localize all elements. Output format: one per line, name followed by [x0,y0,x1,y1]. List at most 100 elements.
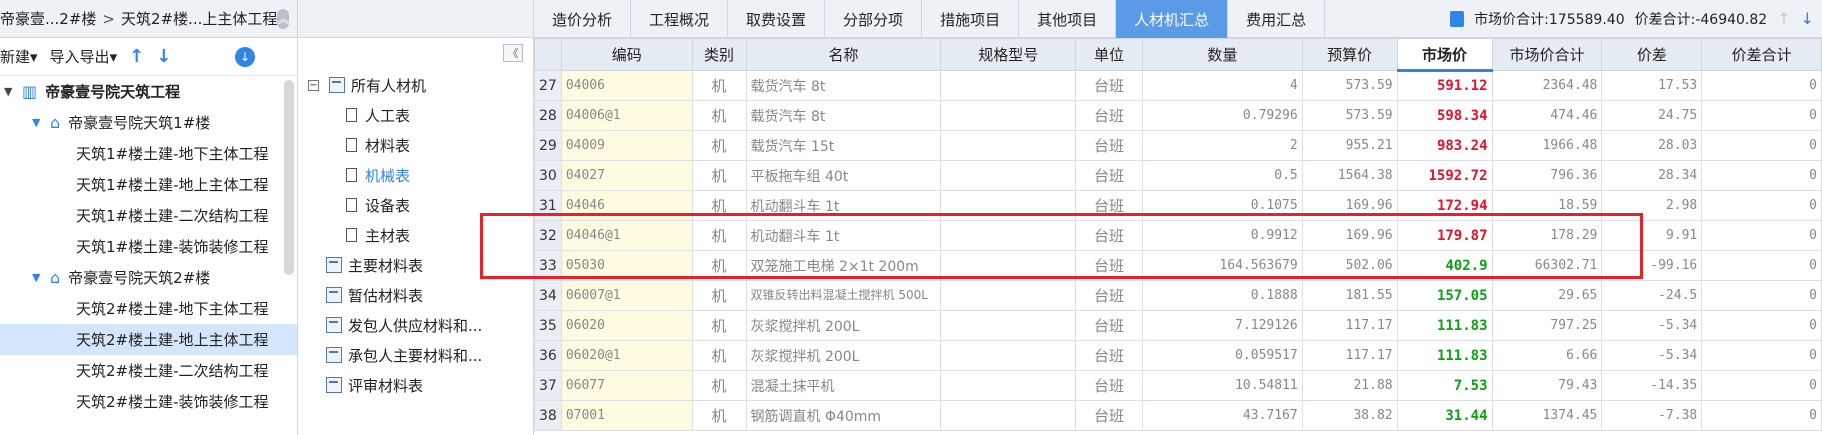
cell-dtotal[interactable]: 0 [1701,100,1822,131]
cell-qty[interactable]: 0.79296 [1141,100,1303,131]
cell-cat[interactable]: 机 [691,400,747,431]
cell-budget[interactable]: 502.06 [1301,250,1398,281]
table-row[interactable]: 37 06077 机混凝土抹平机 台班 10.54811 21.88 7.53 79.43 -1… [534,370,1822,401]
table-row[interactable]: 34 06007@1 机双锥反转出料混凝土搅拌机 500L 台班 0.1888 181.5… [534,280,1822,311]
tree-item-subproject[interactable]: 天筑2#楼土建-地下主体工程 [0,293,297,324]
cell-code[interactable]: 06020 [560,310,693,341]
collapse-left-icon[interactable]: 《 [503,44,523,62]
cell-cat[interactable]: 机 [691,250,747,281]
cell-diff[interactable]: 2.98 [1601,190,1703,221]
tree-item-subproject[interactable]: 天筑1#楼土建-地下主体工程 [0,138,297,169]
cell-cat[interactable]: 机 [691,340,747,371]
cell-spec[interactable] [940,130,1077,161]
cell-code[interactable]: 06077 [560,370,693,401]
cell-name[interactable]: 载货汽车 8t [745,100,942,131]
cell-code[interactable]: 07001 [560,400,693,431]
cell-name[interactable]: 灰浆搅拌机 200L [745,310,942,341]
cell-unit[interactable]: 台班 [1075,370,1143,401]
material-tree-item[interactable]: 发包人供应材料和... [298,310,533,340]
tree-item-subproject[interactable]: 天筑2#楼土建-二次结构工程 [0,355,297,386]
table-row[interactable]: 35 06020 机灰浆搅拌机 200L 台班 7.129126 117.17 111.83… [534,310,1822,341]
cell-spec[interactable] [940,100,1077,131]
breadcrumb-unit[interactable]: 天筑2#楼...上主体工程 [121,8,277,29]
project-tree-scrollbar[interactable] [284,80,294,275]
cell-name[interactable]: 混凝土抹平机 [745,370,942,401]
cell-spec[interactable] [940,370,1077,401]
cell-budget[interactable]: 38.82 [1301,400,1398,431]
cell-spec[interactable] [940,280,1077,311]
table-row[interactable]: 27 04006 机载货汽车 8t 台班 4 573.59 591.12 2364.48 17.… [534,70,1822,101]
cell-qty[interactable]: 2 [1141,130,1303,161]
cell-idx[interactable]: 29 [534,130,562,161]
cell-dtotal[interactable]: 0 [1701,280,1822,311]
material-tree-item[interactable]: 主要材料表 [298,250,533,280]
cell-cat[interactable]: 机 [691,100,747,131]
cell-mtotal[interactable]: 79.43 [1491,370,1603,401]
cell-qty[interactable]: 10.54811 [1141,370,1303,401]
cell-cat[interactable]: 机 [691,190,747,221]
cell-qty[interactable]: 43.7167 [1141,400,1303,431]
cell-name[interactable]: 载货汽车 8t [745,70,942,101]
cell-cat[interactable]: 机 [691,310,747,341]
tab-7[interactable]: 费用汇总 [1228,0,1326,38]
material-tree-item[interactable]: 人工表 [298,100,533,130]
cell-market[interactable]: 179.87 [1396,220,1493,251]
cell-cat[interactable]: 机 [691,130,747,161]
cell-dtotal[interactable]: 0 [1701,190,1822,221]
cell-spec[interactable] [940,70,1077,101]
cell-idx[interactable]: 34 [534,280,562,311]
cell-code[interactable]: 04009 [560,130,693,161]
cell-unit[interactable]: 台班 [1075,160,1143,191]
column-header[interactable]: 名称 [745,38,942,71]
cell-name[interactable]: 平板拖车组 40t [745,160,942,191]
cell-idx[interactable]: 37 [534,370,562,401]
cell-qty[interactable]: 0.5 [1141,160,1303,191]
scroll-down-arrow-icon[interactable]: ↓ [1801,9,1814,28]
cell-mtotal[interactable]: 1374.45 [1491,400,1603,431]
cell-mtotal[interactable]: 29.65 [1491,280,1603,311]
breadcrumb-project[interactable]: 帝豪壹...2#楼 [0,8,96,29]
cell-code[interactable]: 04027 [560,160,693,191]
cell-qty[interactable]: 4 [1141,70,1303,101]
cell-diff[interactable]: -5.34 [1601,310,1703,341]
cell-spec[interactable] [940,160,1077,191]
cell-spec[interactable] [940,190,1077,221]
column-header[interactable]: 类别 [691,38,747,71]
cell-mtotal[interactable]: 2364.48 [1491,70,1603,101]
cell-name[interactable]: 灰浆搅拌机 200L [745,340,942,371]
cell-cat[interactable]: 机 [691,70,747,101]
material-tree-item[interactable]: 主材表 [298,220,533,250]
cell-budget[interactable]: 573.59 [1301,100,1398,131]
cell-code[interactable]: 05030 [560,250,693,281]
cell-diff[interactable]: 24.75 [1601,100,1703,131]
cell-budget[interactable]: 21.88 [1301,370,1398,401]
cell-diff[interactable]: 9.91 [1601,220,1703,251]
cell-qty[interactable]: 0.1075 [1141,190,1303,221]
cell-spec[interactable] [940,220,1077,251]
column-header[interactable]: 价差合计 [1701,38,1822,71]
cell-spec[interactable] [940,400,1077,431]
cell-diff[interactable]: 28.03 [1601,130,1703,161]
column-header[interactable]: 编码 [560,38,693,71]
cell-qty[interactable]: 0.9912 [1141,220,1303,251]
table-row[interactable]: 28 04006@1 机载货汽车 8t 台班 0.79296 573.59 598.34 47… [534,100,1822,131]
cell-unit[interactable]: 台班 [1075,400,1143,431]
cell-market[interactable]: 591.12 [1396,70,1493,101]
column-header[interactable]: 市场价合计 [1491,38,1603,71]
cell-idx[interactable]: 35 [534,310,562,341]
material-tree-item[interactable]: 暂估材料表 [298,280,533,310]
cell-budget[interactable]: 169.96 [1301,220,1398,251]
collapse-box-icon[interactable]: − [308,79,319,91]
tree-item-subproject[interactable]: 天筑2#楼土建-地上主体工程 [0,324,297,355]
tree-item-project[interactable]: ▼ ▥ 帝豪壹号院天筑工程 [0,76,297,107]
material-tree-item[interactable]: − 所有人材机 [298,70,533,100]
cell-idx[interactable]: 33 [534,250,562,281]
cell-mtotal[interactable]: 6.66 [1491,340,1603,371]
move-up-arrow-icon[interactable]: ↑ [129,46,144,67]
cell-market[interactable]: 111.83 [1396,310,1493,341]
cell-idx[interactable]: 27 [534,70,562,101]
cell-diff[interactable]: 17.53 [1601,70,1703,101]
cell-market[interactable]: 7.53 [1396,370,1493,401]
cell-name[interactable]: 载货汽车 15t [745,130,942,161]
column-header[interactable]: 规格型号 [940,38,1077,71]
